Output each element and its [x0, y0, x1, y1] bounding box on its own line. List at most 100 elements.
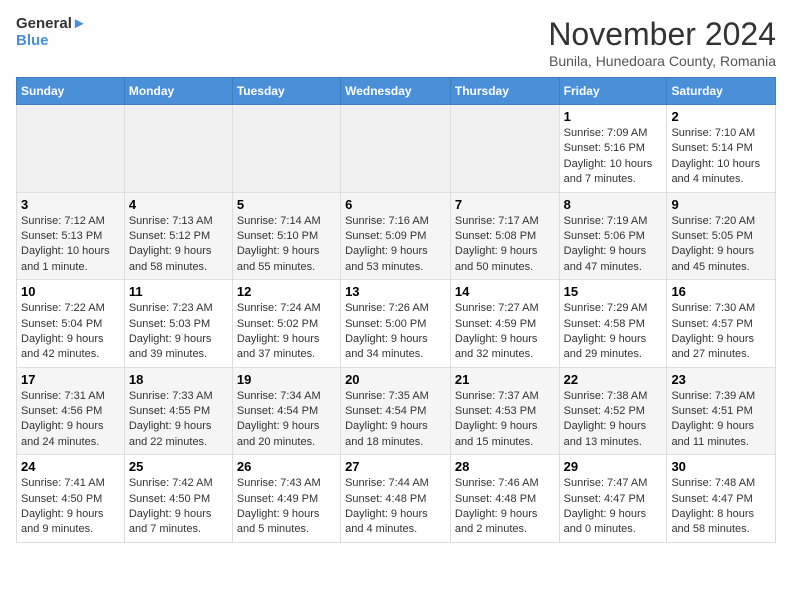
day-number: 15 [564, 284, 663, 299]
day-cell: 19Sunrise: 7:34 AM Sunset: 4:54 PM Dayli… [232, 367, 340, 455]
day-number: 26 [237, 459, 336, 474]
day-number: 30 [671, 459, 771, 474]
day-number: 6 [345, 197, 446, 212]
day-cell: 16 Sunrise: 7:30 AM Sunset: 4:57 PM Dayli… [667, 280, 776, 368]
day-cell: 10 Sunrise: 7:22 AM Sunset: 5:04 PM Dayli… [17, 280, 125, 368]
day-number: 19 [237, 372, 336, 387]
day-number: 4 [129, 197, 228, 212]
day-number: 14 [455, 284, 555, 299]
day-info: Sunrise: 7:31 AM Sunset: 4:56 PM Dayligh… [21, 389, 120, 451]
calendar-table: SundayMondayTuesdayWednesdayThursdayFrid… [16, 77, 776, 543]
day-number: 12 [237, 284, 336, 299]
day-info: Sunrise: 7:47 AM Sunset: 4:47 PM Dayligh… [564, 476, 663, 538]
logo-line2: Blue [16, 33, 87, 50]
week-row-5: 24 Sunrise: 7:41 AM Sunset: 4:50 PM Dayli… [17, 455, 776, 543]
day-info: Sunrise: 7:39 AM Sunset: 4:51 PM Dayligh… [671, 389, 771, 451]
day-cell: 30 Sunrise: 7:48 AM Sunset: 4:47 PM Dayli… [667, 455, 776, 543]
day-cell: 5 Sunrise: 7:14 AM Sunset: 5:10 PM Daylig… [232, 192, 340, 280]
day-info: Sunrise: 7:22 AM Sunset: 5:04 PM Dayligh… [21, 301, 120, 363]
day-number: 16 [671, 284, 771, 299]
day-cell: 3Sunrise: 7:12 AM Sunset: 5:13 PM Daylig… [17, 192, 125, 280]
col-header-friday: Friday [559, 78, 667, 105]
day-number: 11 [129, 284, 228, 299]
day-info: Sunrise: 7:14 AM Sunset: 5:10 PM Dayligh… [237, 214, 336, 276]
logo-line1: General► [16, 16, 87, 33]
day-number: 21 [455, 372, 555, 387]
day-cell: 7Sunrise: 7:17 AM Sunset: 5:08 PM Daylig… [450, 192, 559, 280]
day-cell [124, 105, 232, 193]
day-info: Sunrise: 7:42 AM Sunset: 4:50 PM Dayligh… [129, 476, 228, 538]
day-info: Sunrise: 7:16 AM Sunset: 5:09 PM Dayligh… [345, 214, 446, 276]
day-number: 8 [564, 197, 663, 212]
day-cell: 17Sunrise: 7:31 AM Sunset: 4:56 PM Dayli… [17, 367, 125, 455]
day-info: Sunrise: 7:24 AM Sunset: 5:02 PM Dayligh… [237, 301, 336, 363]
day-cell: 14 Sunrise: 7:27 AM Sunset: 4:59 PM Dayli… [450, 280, 559, 368]
week-row-4: 17Sunrise: 7:31 AM Sunset: 4:56 PM Dayli… [17, 367, 776, 455]
day-info: Sunrise: 7:41 AM Sunset: 4:50 PM Dayligh… [21, 476, 120, 538]
day-number: 20 [345, 372, 446, 387]
header-row: SundayMondayTuesdayWednesdayThursdayFrid… [17, 78, 776, 105]
day-number: 10 [21, 284, 120, 299]
col-header-thursday: Thursday [450, 78, 559, 105]
day-info: Sunrise: 7:30 AM Sunset: 4:57 PM Dayligh… [671, 301, 771, 363]
day-cell: 25 Sunrise: 7:42 AM Sunset: 4:50 PM Dayli… [124, 455, 232, 543]
day-number: 2 [671, 109, 771, 124]
day-cell: 28Sunrise: 7:46 AM Sunset: 4:48 PM Dayli… [450, 455, 559, 543]
day-cell: 4 Sunrise: 7:13 AM Sunset: 5:12 PM Daylig… [124, 192, 232, 280]
day-cell: 29Sunrise: 7:47 AM Sunset: 4:47 PM Dayli… [559, 455, 667, 543]
logo: General► Blue [16, 16, 87, 49]
day-info: Sunrise: 7:37 AM Sunset: 4:53 PM Dayligh… [455, 389, 555, 451]
day-cell: 24 Sunrise: 7:41 AM Sunset: 4:50 PM Dayli… [17, 455, 125, 543]
day-info: Sunrise: 7:13 AM Sunset: 5:12 PM Dayligh… [129, 214, 228, 276]
day-info: Sunrise: 7:09 AM Sunset: 5:16 PM Dayligh… [564, 126, 663, 188]
day-cell: 2 Sunrise: 7:10 AM Sunset: 5:14 PM Daylig… [667, 105, 776, 193]
day-info: Sunrise: 7:38 AM Sunset: 4:52 PM Dayligh… [564, 389, 663, 451]
day-info: Sunrise: 7:19 AM Sunset: 5:06 PM Dayligh… [564, 214, 663, 276]
day-number: 25 [129, 459, 228, 474]
col-header-monday: Monday [124, 78, 232, 105]
day-cell: 23 Sunrise: 7:39 AM Sunset: 4:51 PM Dayli… [667, 367, 776, 455]
day-info: Sunrise: 7:44 AM Sunset: 4:48 PM Dayligh… [345, 476, 446, 538]
day-number: 24 [21, 459, 120, 474]
page-header: General► Blue November 2024 Bunila, Hune… [16, 16, 776, 69]
day-info: Sunrise: 7:29 AM Sunset: 4:58 PM Dayligh… [564, 301, 663, 363]
month-title: November 2024 [548, 16, 776, 53]
day-cell: 11 Sunrise: 7:23 AM Sunset: 5:03 PM Dayli… [124, 280, 232, 368]
day-number: 1 [564, 109, 663, 124]
day-cell: 9 Sunrise: 7:20 AM Sunset: 5:05 PM Daylig… [667, 192, 776, 280]
day-cell [17, 105, 125, 193]
day-number: 27 [345, 459, 446, 474]
day-cell: 20 Sunrise: 7:35 AM Sunset: 4:54 PM Dayli… [341, 367, 451, 455]
day-info: Sunrise: 7:23 AM Sunset: 5:03 PM Dayligh… [129, 301, 228, 363]
day-number: 5 [237, 197, 336, 212]
col-header-saturday: Saturday [667, 78, 776, 105]
day-number: 3 [21, 197, 120, 212]
col-header-tuesday: Tuesday [232, 78, 340, 105]
day-number: 18 [129, 372, 228, 387]
day-cell [450, 105, 559, 193]
day-cell: 26 Sunrise: 7:43 AM Sunset: 4:49 PM Dayli… [232, 455, 340, 543]
week-row-3: 10 Sunrise: 7:22 AM Sunset: 5:04 PM Dayli… [17, 280, 776, 368]
day-number: 13 [345, 284, 446, 299]
day-cell: 22Sunrise: 7:38 AM Sunset: 4:52 PM Dayli… [559, 367, 667, 455]
col-header-sunday: Sunday [17, 78, 125, 105]
day-cell: 12 Sunrise: 7:24 AM Sunset: 5:02 PM Dayli… [232, 280, 340, 368]
day-info: Sunrise: 7:26 AM Sunset: 5:00 PM Dayligh… [345, 301, 446, 363]
col-header-wednesday: Wednesday [341, 78, 451, 105]
day-info: Sunrise: 7:35 AM Sunset: 4:54 PM Dayligh… [345, 389, 446, 451]
day-cell: 6 Sunrise: 7:16 AM Sunset: 5:09 PM Daylig… [341, 192, 451, 280]
day-number: 9 [671, 197, 771, 212]
day-info: Sunrise: 7:48 AM Sunset: 4:47 PM Dayligh… [671, 476, 771, 538]
day-cell [232, 105, 340, 193]
day-cell: 15 Sunrise: 7:29 AM Sunset: 4:58 PM Dayli… [559, 280, 667, 368]
day-info: Sunrise: 7:33 AM Sunset: 4:55 PM Dayligh… [129, 389, 228, 451]
day-info: Sunrise: 7:10 AM Sunset: 5:14 PM Dayligh… [671, 126, 771, 188]
day-number: 23 [671, 372, 771, 387]
week-row-1: 1 Sunrise: 7:09 AM Sunset: 5:16 PM Daylig… [17, 105, 776, 193]
title-block: November 2024 Bunila, Hunedoara County, … [548, 16, 776, 69]
day-cell: 21 Sunrise: 7:37 AM Sunset: 4:53 PM Dayli… [450, 367, 559, 455]
day-info: Sunrise: 7:27 AM Sunset: 4:59 PM Dayligh… [455, 301, 555, 363]
day-info: Sunrise: 7:46 AM Sunset: 4:48 PM Dayligh… [455, 476, 555, 538]
day-info: Sunrise: 7:43 AM Sunset: 4:49 PM Dayligh… [237, 476, 336, 538]
day-info: Sunrise: 7:20 AM Sunset: 5:05 PM Dayligh… [671, 214, 771, 276]
